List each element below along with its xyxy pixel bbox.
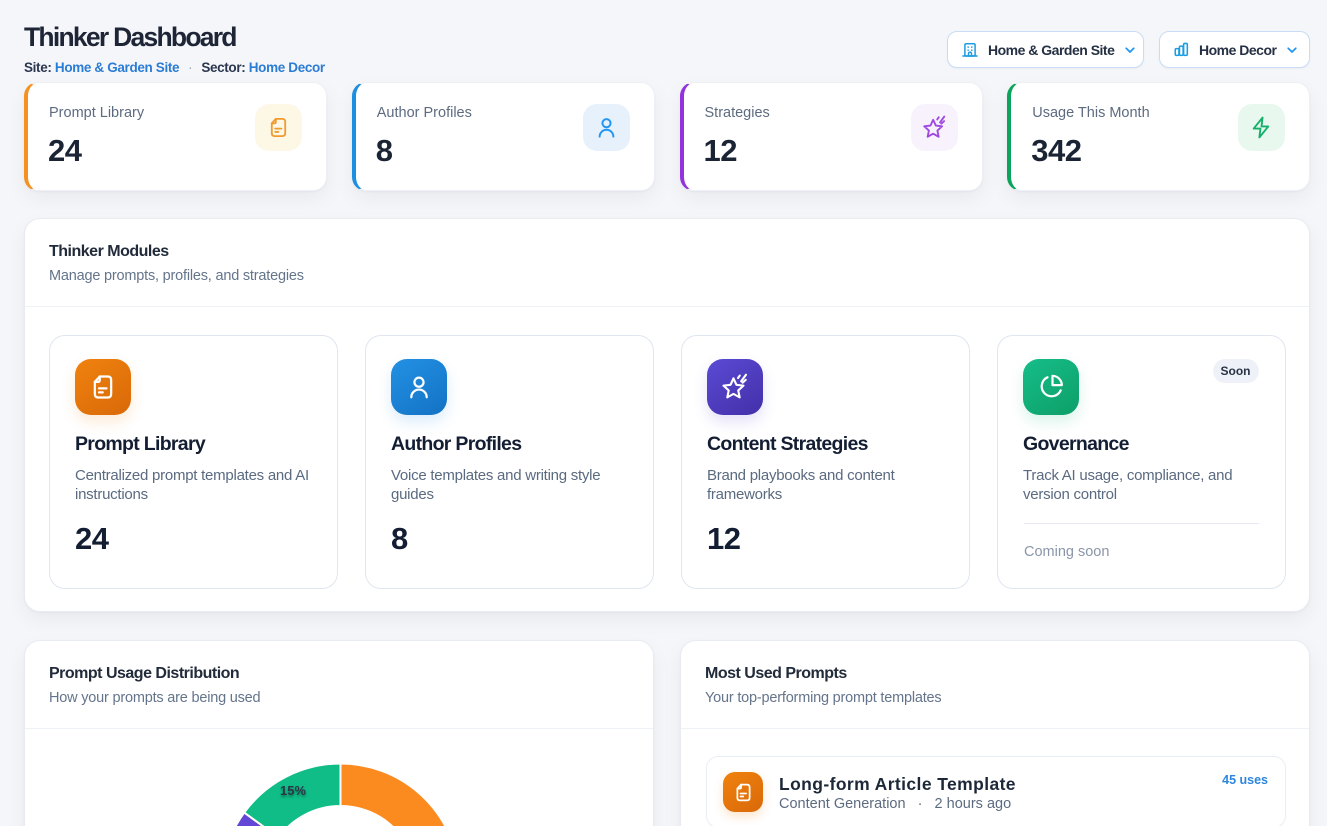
svg-text:15%: 15% bbox=[280, 783, 306, 798]
